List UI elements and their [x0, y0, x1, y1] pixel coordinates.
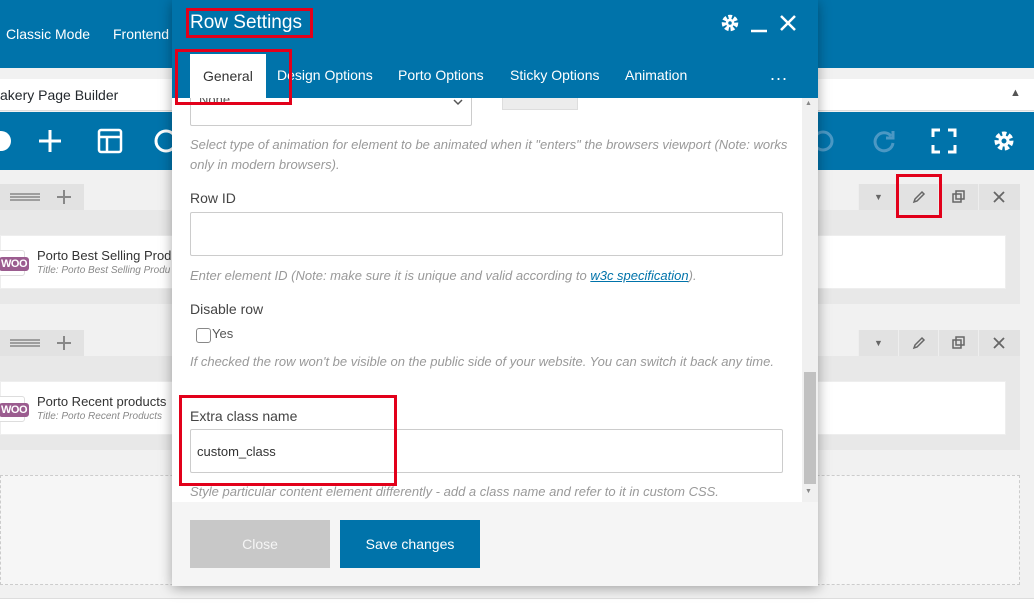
gear-icon[interactable]: [720, 12, 740, 34]
modal-scrollbar-thumb[interactable]: [804, 372, 816, 484]
add-column-icon[interactable]: [56, 189, 72, 205]
fullscreen-icon[interactable]: [931, 128, 957, 154]
chevron-down-icon: [453, 99, 463, 106]
row-1-left-controls: [0, 184, 84, 210]
redo-icon[interactable]: [871, 128, 897, 154]
row-1-delete-button[interactable]: [978, 184, 1018, 210]
row-1-clone-button[interactable]: [938, 184, 978, 210]
drag-handle-icon[interactable]: [8, 192, 42, 202]
disable-row-checkbox[interactable]: [196, 328, 211, 343]
save-changes-button[interactable]: Save changes: [340, 520, 480, 568]
close-icon: [992, 337, 1005, 349]
row-2-toggle-button[interactable]: ▼: [858, 330, 898, 356]
animate-preview-button[interactable]: [502, 98, 578, 110]
row-id-label: Row ID: [190, 190, 236, 206]
disable-row-label: Disable row: [190, 301, 264, 317]
w3c-specification-link[interactable]: w3c specification: [590, 268, 688, 283]
element-name: Porto Best Selling Prod: [37, 248, 172, 263]
collapse-caret-icon[interactable]: ▲: [1010, 87, 1021, 99]
clone-icon: [951, 336, 965, 349]
pencil-icon: [912, 336, 925, 350]
minimize-icon[interactable]: [749, 12, 769, 34]
row-2-left-controls: [0, 330, 84, 356]
builder-title: akery Page Builder: [0, 87, 119, 103]
scroll-down-arrow-icon[interactable]: ▼: [805, 488, 812, 495]
scroll-up-arrow-icon[interactable]: ▲: [805, 100, 812, 107]
bottom-bar: [0, 598, 1034, 612]
settings-gear-icon[interactable]: [991, 128, 1017, 154]
highlight-general-tab: [175, 49, 292, 105]
tab-sticky-options[interactable]: Sticky Options: [510, 52, 599, 98]
more-tabs-button[interactable]: ...: [770, 64, 788, 85]
row-1-toggle-button[interactable]: ▼: [858, 184, 898, 210]
element-subtitle: Title: Porto Best Selling Produ: [37, 265, 171, 276]
element-name: Porto Recent products: [37, 394, 167, 409]
disable-row-help-text: If checked the row won't be visible on t…: [190, 354, 774, 369]
modal-footer: Close Save changes: [172, 502, 818, 586]
animation-help-text: Select type of animation for element to …: [190, 137, 788, 172]
close-icon: [992, 191, 1005, 203]
logo-icon[interactable]: [0, 128, 14, 154]
add-column-icon[interactable]: [56, 335, 72, 351]
tab-frontend[interactable]: Frontend: [113, 26, 169, 42]
clone-icon: [951, 190, 965, 203]
highlight-edit-button: [896, 174, 942, 218]
tab-porto-options[interactable]: Porto Options: [398, 52, 484, 98]
element-subtitle: Title: Porto Recent Products: [37, 411, 162, 422]
row-id-input[interactable]: [190, 212, 783, 256]
close-button[interactable]: Close: [190, 520, 330, 568]
disable-row-checkbox-label[interactable]: Yes: [212, 326, 233, 341]
row-2-edit-button[interactable]: [898, 330, 938, 356]
woocommerce-logo-icon: WOO: [0, 396, 29, 422]
woocommerce-logo-icon: WOO: [0, 250, 29, 276]
row-2-right-controls: ▼: [858, 330, 1020, 356]
drag-handle-icon[interactable]: [8, 338, 42, 348]
add-element-icon[interactable]: [37, 128, 63, 154]
highlight-extra-class: [179, 395, 397, 486]
close-icon[interactable]: [778, 12, 798, 34]
row-2-delete-button[interactable]: [978, 330, 1018, 356]
templates-icon[interactable]: [97, 128, 123, 154]
highlight-modal-title: [186, 8, 313, 38]
row-id-help-text: Enter element ID (Note: make sure it is …: [190, 268, 697, 283]
tab-animation[interactable]: Animation: [625, 52, 687, 98]
row-2-clone-button[interactable]: [938, 330, 978, 356]
tab-classic-mode[interactable]: Classic Mode: [6, 26, 90, 42]
